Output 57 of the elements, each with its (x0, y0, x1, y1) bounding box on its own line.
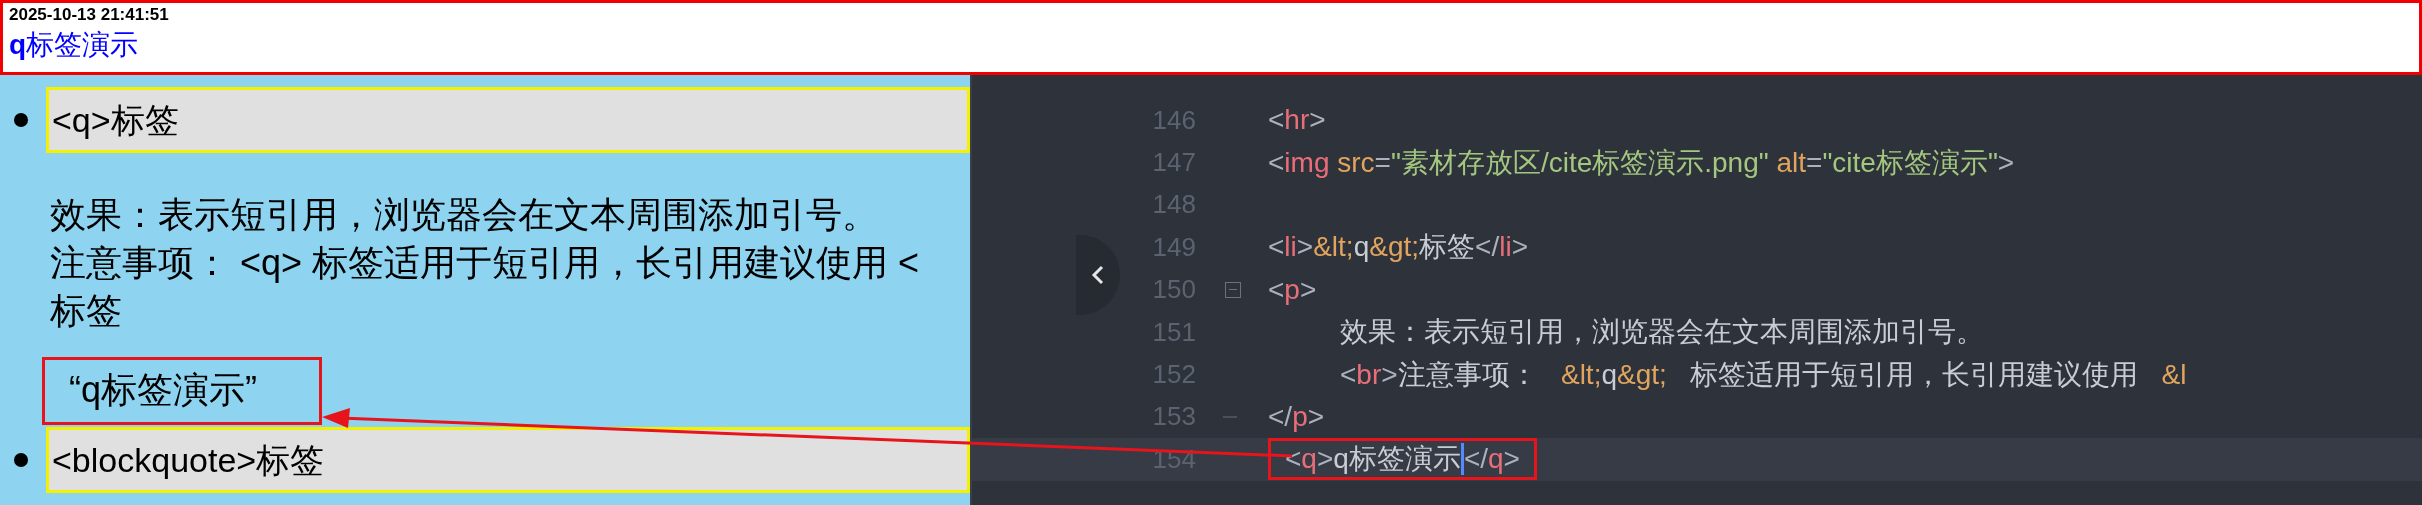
code-token: 标签 (1419, 230, 1476, 265)
code-token: &lt; (1560, 357, 1602, 392)
code-token: "cite标签演示" (1822, 145, 1998, 180)
code-token: = (1374, 145, 1391, 180)
page-title: q标签演示 (9, 28, 139, 62)
code-token: < (1268, 230, 1285, 265)
code-token: > (1307, 399, 1325, 434)
code-token: &gt; (1617, 357, 1667, 392)
code-token: </ (1268, 399, 1293, 434)
timestamp: 2025-10-13 21:41:51 (9, 4, 169, 26)
code-token: > (1299, 272, 1317, 307)
code-token: < (1268, 145, 1285, 180)
code-token: q (1301, 442, 1317, 477)
list-item-heading: <q>标签 (46, 87, 970, 153)
code-token: img (1284, 145, 1330, 180)
quote-text: “q标签演示” (42, 357, 322, 425)
code-token: > (1511, 230, 1528, 265)
code-token: "素材存放区/cite标签演示.png" (1390, 145, 1769, 180)
code-token: < (1340, 357, 1357, 392)
code-token: < (1268, 103, 1285, 138)
code-token: 标签适用于短引用，长引用建议使用 (1689, 357, 2140, 392)
code-token: > (1309, 103, 1326, 138)
code-token: li (1284, 230, 1297, 265)
code-token: = (1806, 145, 1823, 180)
paragraph-line: 注意事项： <q> 标签适用于短引用，长引用建议使用 < (50, 241, 920, 285)
code-token: &l (2161, 357, 2187, 392)
code-token: 效果：表示短引用，浏览器会在文本周围添加引号。 (1340, 315, 1984, 350)
text-cursor (1460, 443, 1464, 476)
code-token: hr (1284, 103, 1310, 138)
paragraph-line: 标签 (50, 289, 122, 333)
code-token: q标签演示 (1333, 442, 1461, 477)
chevron-left-icon (1091, 265, 1105, 285)
code-token: alt (1775, 145, 1807, 180)
code-token: src (1336, 145, 1375, 180)
code-token: q (1601, 357, 1617, 392)
code-token: q (1353, 230, 1370, 265)
code-token: li (1499, 230, 1512, 265)
code-token: > (1316, 442, 1334, 477)
code-token: > (1997, 145, 2015, 180)
bullet-icon (14, 453, 28, 467)
code-token: &lt; (1313, 230, 1354, 265)
code-token: &gt; (1369, 230, 1420, 265)
list-item-heading: <blockquote>标签 (46, 427, 970, 493)
code-token: > (1296, 230, 1314, 265)
code-token: </ (1475, 230, 1500, 265)
code-token: br (1356, 357, 1382, 392)
paragraph-line: 效果：表示短引用，浏览器会在文本周围添加引号。 (50, 193, 878, 237)
code-token: p (1284, 272, 1300, 307)
code-token: > (1381, 357, 1398, 392)
code-token: p (1292, 399, 1308, 434)
code-token: </ (1463, 442, 1488, 477)
code-token: > (1503, 442, 1520, 477)
bullet-icon (14, 113, 28, 127)
code-token: 注意事项： (1397, 357, 1539, 392)
code-token: < (1268, 272, 1285, 307)
code-token: q (1488, 442, 1504, 477)
fold-icon[interactable] (1225, 281, 1241, 298)
